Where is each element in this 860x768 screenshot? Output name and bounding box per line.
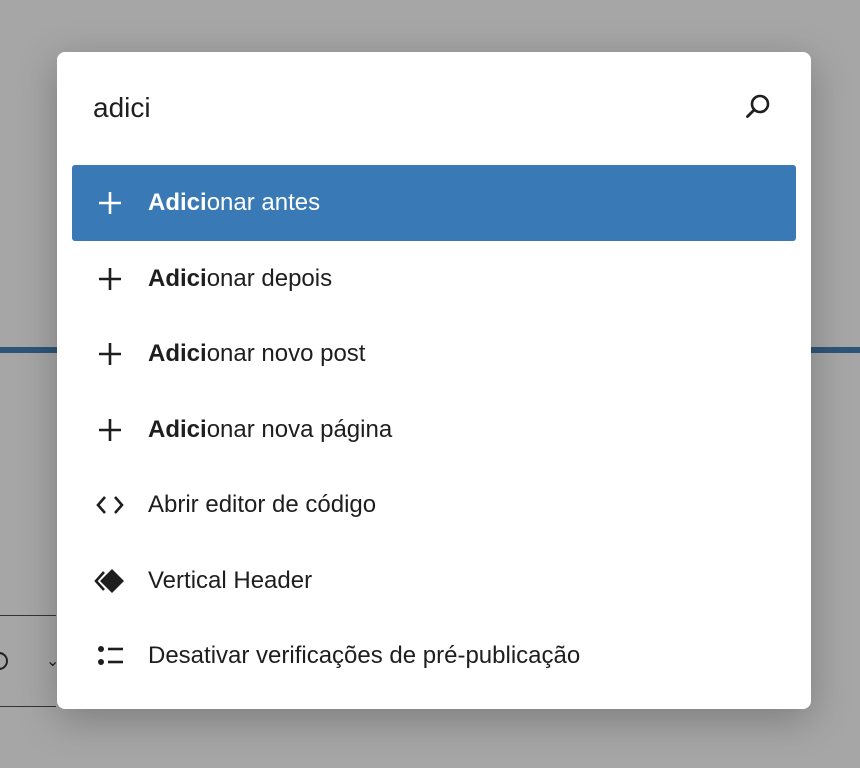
template-part-icon [94,565,126,597]
plus-icon [94,414,126,446]
code-icon [94,489,126,521]
command-result-item[interactable]: Abrir editor de código [72,467,796,543]
command-result-text: onar nova página [206,415,393,443]
command-result-label: Adicionar antes [148,165,320,241]
command-result-label: Adicionar novo post [148,316,365,392]
command-result-label: Desativar verificações de pré-publicação [148,618,580,694]
command-result-match: Adici [148,415,207,443]
command-result-label: Abrir editor de código [148,467,376,543]
search-input[interactable] [93,86,713,130]
plus-icon [94,263,126,295]
plus-icon [94,338,126,370]
command-result-label: Adicionar depois [148,241,332,317]
command-result-text: Abrir editor de código [148,491,377,518]
search-row [57,52,811,164]
command-result-item[interactable]: Vertical Header [72,543,796,619]
command-result-item[interactable]: Desativar verificações de pré-publicação [72,618,796,694]
command-result-text: Desativar verificações de pré-publicação [148,642,581,669]
command-result-item[interactable]: Adicionar depois [72,241,796,317]
command-result-label: Adicionar nova página [148,392,392,468]
background-circle-icon [0,652,8,670]
command-results-list: Adicionar antes Adicionar depois Adicionar… [72,165,796,694]
search-icon[interactable] [743,92,773,122]
command-result-match: Adici [148,340,207,367]
command-result-match: Adici [148,264,207,292]
command-result-text: Vertical Header [148,566,313,594]
command-result-text: onar antes [206,189,321,216]
command-palette: Adicionar antesAdicionar depoisAdicionar… [57,52,811,709]
command-result-text: onar novo post [206,340,366,367]
command-result-text: onar depois [206,264,333,292]
plus-icon [94,187,126,219]
background-toolbar: ⌄ [0,615,59,707]
command-result-item[interactable]: Adicionar novo post [72,316,796,392]
command-result-item[interactable]: Adicionar nova página [72,392,796,468]
command-result-match: Adici [148,189,207,216]
list-check-icon [94,640,126,672]
command-result-label: Vertical Header [148,543,312,619]
command-result-item[interactable]: Adicionar antes [72,165,796,241]
